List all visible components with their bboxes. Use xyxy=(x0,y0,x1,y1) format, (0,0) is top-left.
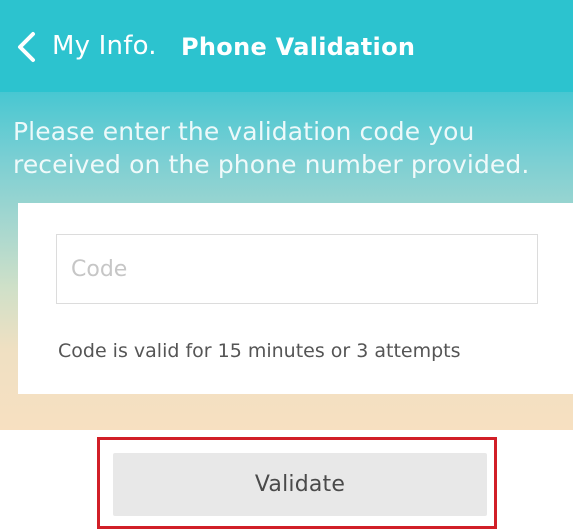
app-header: My Info. Phone Validation xyxy=(0,0,573,92)
validation-card: Code is valid for 15 minutes or 3 attemp… xyxy=(18,203,573,394)
validate-button[interactable]: Validate xyxy=(113,453,487,516)
code-input[interactable] xyxy=(56,234,538,304)
page-title: Phone Validation xyxy=(181,33,416,61)
code-validity-hint: Code is valid for 15 minutes or 3 attemp… xyxy=(58,340,461,362)
instructions-text: Please enter the validation code you rec… xyxy=(13,115,573,181)
phone-validation-screen: My Info. Phone Validation Please enter t… xyxy=(0,0,573,529)
instructions-line-1: Please enter the validation code you xyxy=(13,117,475,146)
validate-highlight-frame: Validate xyxy=(97,437,497,529)
back-link[interactable]: My Info. xyxy=(52,28,157,64)
instructions-line-2: received on the phone number provided. xyxy=(13,150,530,179)
chevron-left-icon[interactable] xyxy=(13,31,41,63)
